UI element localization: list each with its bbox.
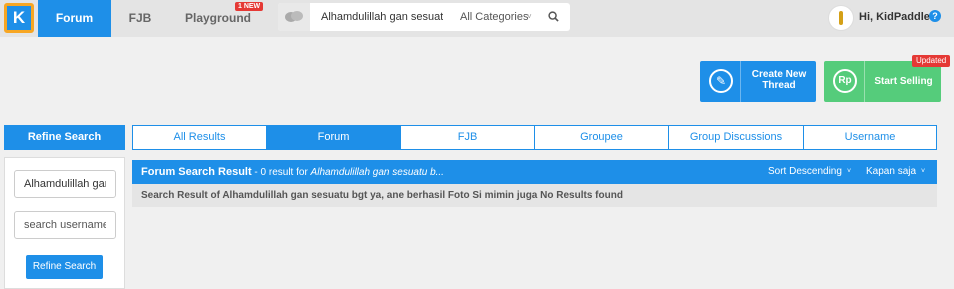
category-select[interactable]: All Categories xyxy=(460,3,528,31)
sort-dropdown[interactable]: Sort Descending xyxy=(768,160,842,184)
create-thread-button[interactable]: ✎ Create New Thread xyxy=(700,61,816,102)
nav-tab-fjb[interactable]: FJB xyxy=(111,0,169,37)
create-thread-label: Create New Thread xyxy=(751,69,807,91)
result-header: Forum Search Result - 0 result for Alham… xyxy=(132,160,937,184)
tab-all-results[interactable]: All Results xyxy=(133,126,267,149)
chevron-down-icon: ˅ xyxy=(847,168,852,175)
result-title: Forum Search Result - 0 result for Alham… xyxy=(141,160,444,185)
start-selling-button[interactable]: Rp Start Selling xyxy=(824,61,941,102)
help-icon[interactable]: ? xyxy=(929,10,941,22)
refine-search-button[interactable]: Refine Search xyxy=(26,255,103,279)
updated-badge: Updated xyxy=(912,55,951,67)
tab-groupee[interactable]: Groupee xyxy=(535,126,669,149)
start-selling-label: Start Selling xyxy=(874,76,933,87)
chat-bubble-icon[interactable] xyxy=(278,3,310,31)
result-type-tabs: All Results Forum FJB Groupee Group Disc… xyxy=(132,125,937,150)
search-input[interactable]: Alhamdulillah gan sesuatu b xyxy=(321,3,443,31)
search-bar: Alhamdulillah gan sesuatu b All Categori… xyxy=(278,3,570,31)
tab-group-discussions[interactable]: Group Discussions xyxy=(669,126,804,149)
top-navigation-bar: K Forum FJB Playground 1 NEW Alhamdulill… xyxy=(0,0,954,37)
username-input[interactable] xyxy=(14,211,116,239)
create-icon-box: ✎ xyxy=(700,61,741,102)
refine-search-panel: Refine Search xyxy=(4,157,125,289)
sell-icon-box: Rp xyxy=(824,61,865,102)
result-query: Alhamdulillah gan sesuatu b... xyxy=(310,167,444,178)
tab-fjb[interactable]: FJB xyxy=(401,126,535,149)
chevron-down-icon: ˅ xyxy=(527,12,532,21)
new-badge: 1 NEW xyxy=(235,2,264,11)
kaskus-logo[interactable]: K xyxy=(4,3,34,33)
no-results-message: Search Result of Alhamdulillah gan sesua… xyxy=(132,184,937,207)
search-icon[interactable] xyxy=(548,11,559,22)
result-count: - 0 result for xyxy=(251,167,311,178)
nav-tab-forum[interactable]: Forum xyxy=(38,0,111,37)
pencil-icon: ✎ xyxy=(709,69,733,93)
avatar[interactable] xyxy=(828,5,854,31)
keyword-input[interactable] xyxy=(14,170,116,198)
chevron-down-icon: ˅ xyxy=(921,168,926,175)
rupiah-icon: Rp xyxy=(833,69,857,93)
time-filter-dropdown[interactable]: Kapan saja xyxy=(866,160,916,184)
result-heading: Forum Search Result xyxy=(141,166,252,178)
tab-forum[interactable]: Forum xyxy=(267,126,401,149)
user-greeting[interactable]: Hi, KidPaddle xyxy=(859,0,930,35)
tab-username[interactable]: Username xyxy=(804,126,936,149)
refine-search-heading: Refine Search xyxy=(4,125,125,150)
